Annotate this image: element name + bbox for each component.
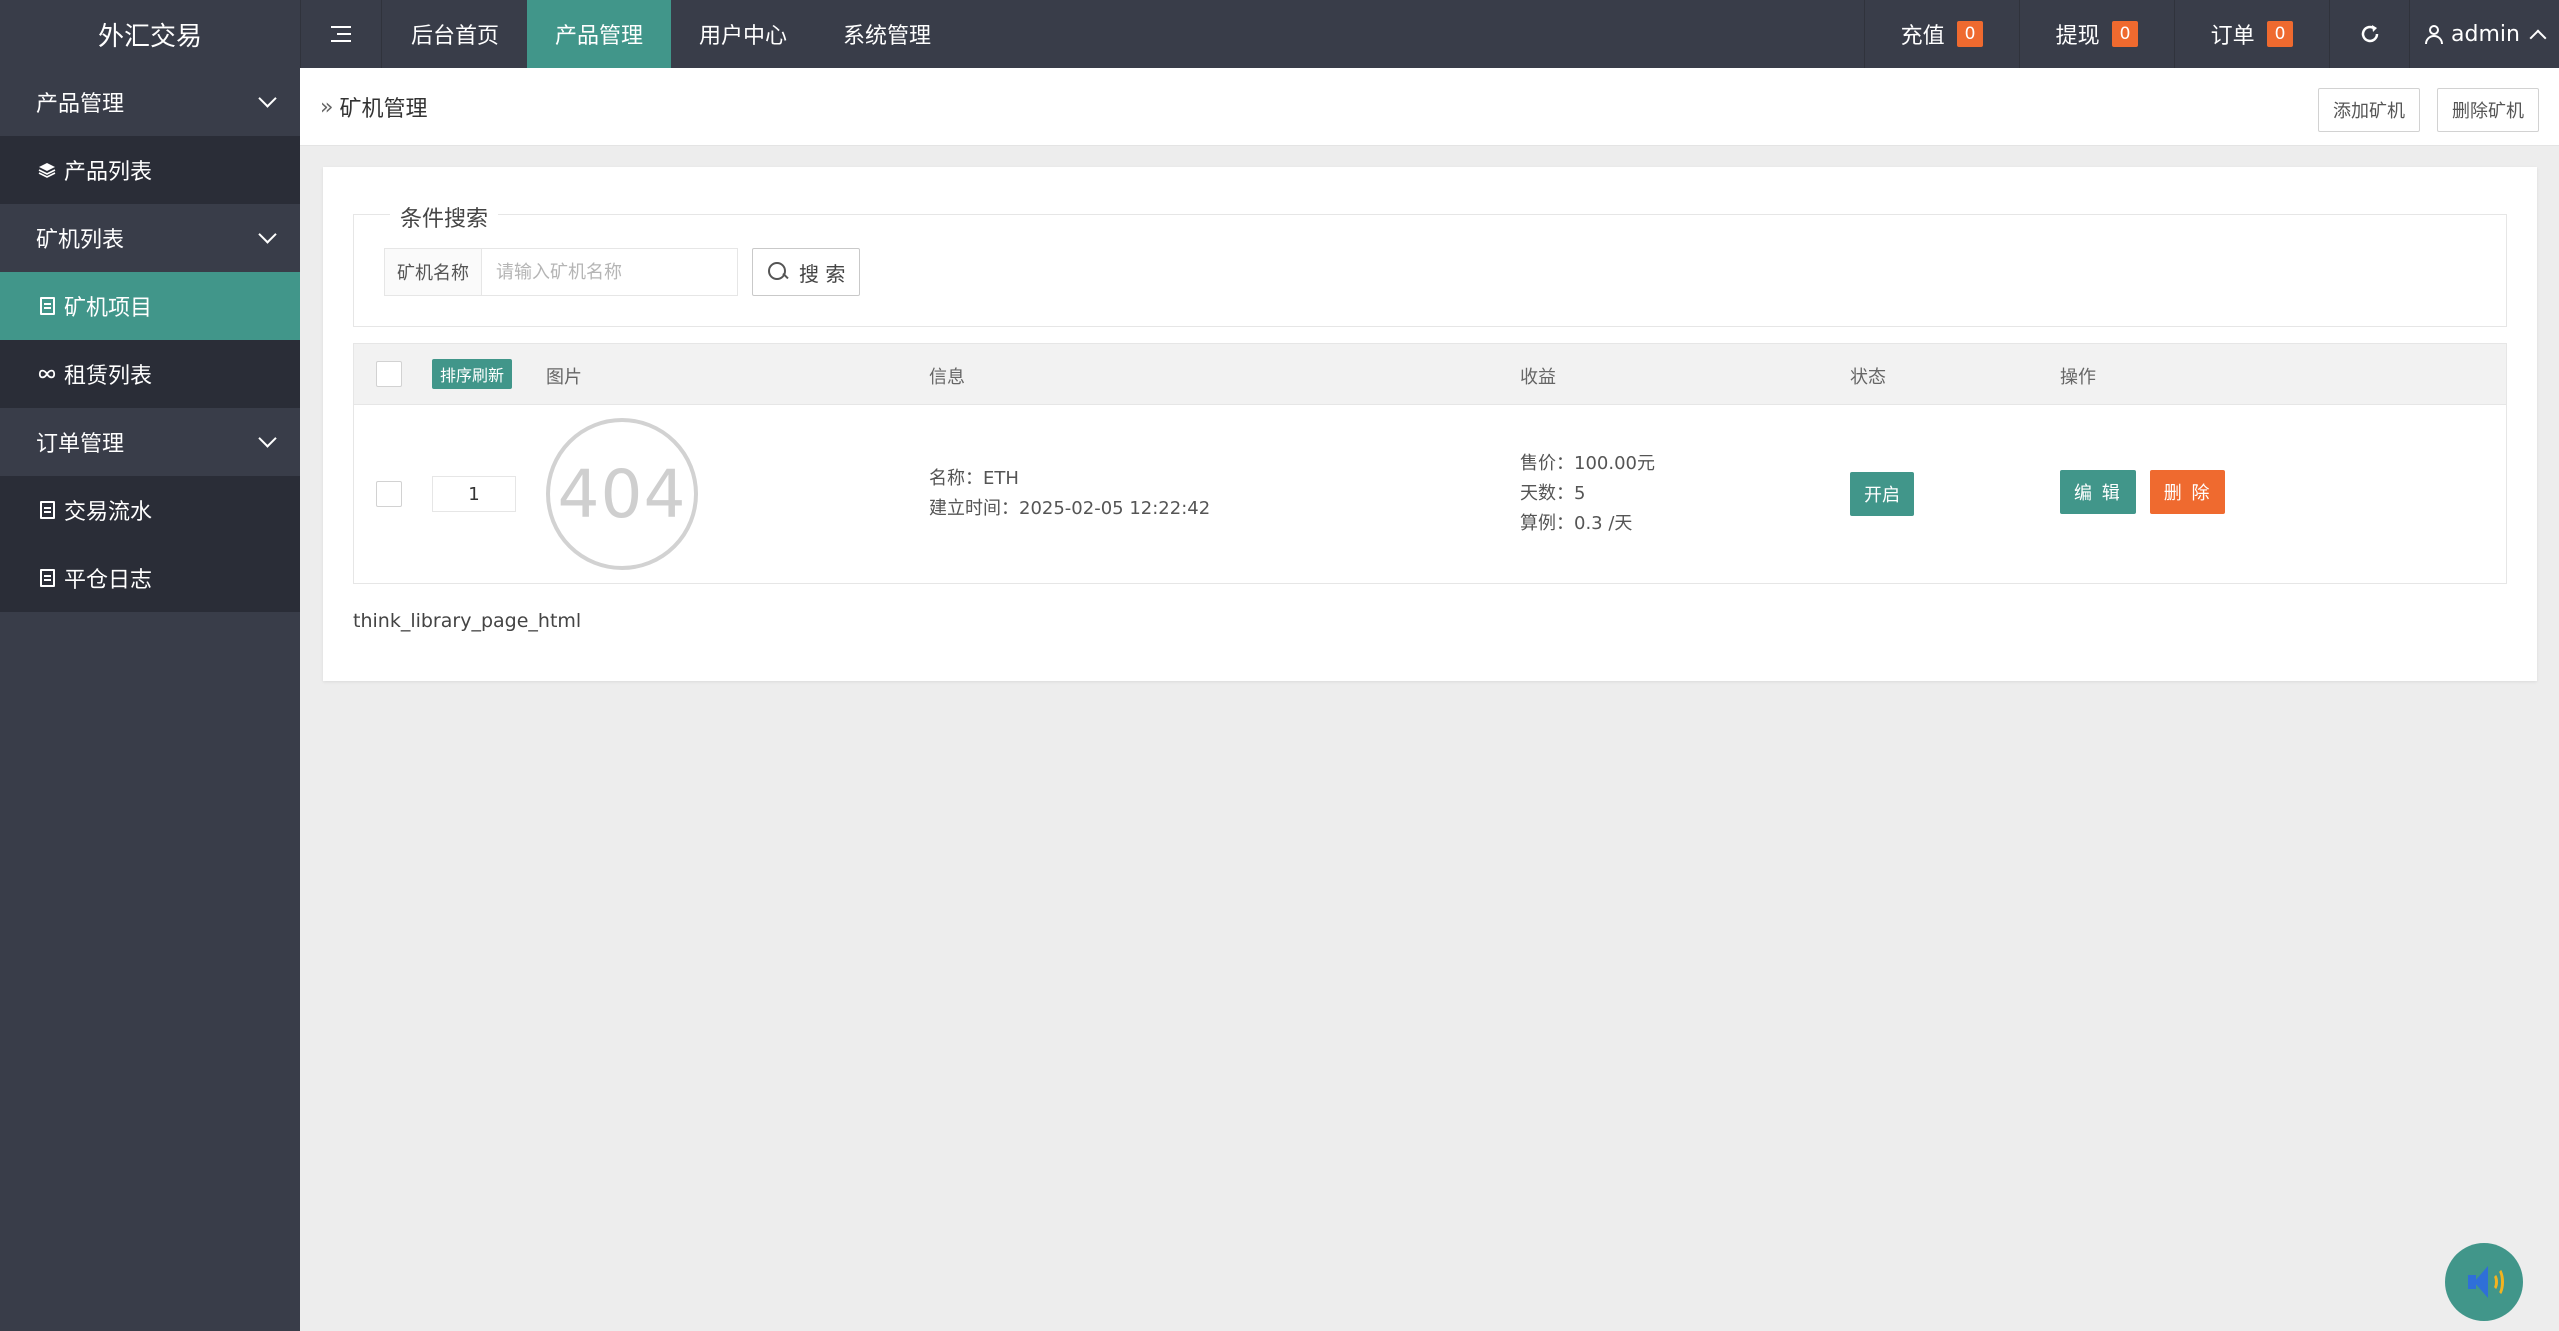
chevron-down-icon <box>258 429 277 448</box>
row-checkbox[interactable] <box>376 481 402 507</box>
breadcrumb: » 矿机管理 <box>320 68 427 146</box>
sidebar-item-label: 平仓日志 <box>64 568 153 593</box>
sidebar-group-orders[interactable]: 订单管理 <box>0 408 300 476</box>
chevron-down-icon <box>258 225 277 244</box>
search-button-label: 搜 索 <box>799 261 846 286</box>
sidebar-item-miner-projects[interactable]: 矿机项目 <box>0 272 300 340</box>
sidebar-item-lease-list[interactable]: 租赁列表 <box>0 340 300 408</box>
header-income: 收益 <box>1520 367 1556 388</box>
miner-name-label: 矿机名称 <box>384 248 482 296</box>
document-icon <box>38 569 56 587</box>
orders-button[interactable]: 订单 0 <box>2174 0 2329 68</box>
withdraw-button[interactable]: 提现 0 <box>2019 0 2174 68</box>
status-cell: 开启 <box>1850 472 1914 516</box>
main-card: 条件搜索 矿机名称 搜 索 排序刷新 图片 信息 收益 状态 操作 <box>323 167 2537 681</box>
page-title: 矿机管理 <box>339 97 428 122</box>
header-info: 信息 <box>929 367 965 388</box>
search-icon <box>767 261 789 283</box>
recharge-button[interactable]: 充值 0 <box>1864 0 2019 68</box>
sidebar: 产品管理 产品列表 矿机列表 矿机项目 租赁列表 订单管理 交易流水 平仓日志 <box>0 68 300 1331</box>
orders-count-badge: 0 <box>2266 21 2294 47</box>
brand-logo[interactable]: 外汇交易 <box>0 0 300 68</box>
orders-label: 订单 <box>2210 24 2255 49</box>
header-image: 图片 <box>546 367 582 388</box>
delete-button[interactable]: 删 除 <box>2149 470 2226 514</box>
miner-name-input[interactable] <box>482 248 738 296</box>
delete-miner-button[interactable]: 删除矿机 <box>2437 88 2539 132</box>
sidebar-item-label: 矿机项目 <box>64 296 153 321</box>
search-button[interactable]: 搜 索 <box>752 248 861 296</box>
table-header: 排序刷新 图片 信息 收益 状态 操作 <box>354 344 2506 405</box>
edit-button[interactable]: 编 辑 <box>2060 470 2136 514</box>
select-all-cell <box>376 361 402 387</box>
price: 售价：100.00元 <box>1520 453 1655 474</box>
sort-cell <box>432 476 516 512</box>
sort-header-cell: 排序刷新 <box>432 359 513 389</box>
speaker-icon <box>2464 1262 2504 1302</box>
search-legend: 条件搜索 <box>390 201 499 233</box>
menu-toggle-button[interactable] <box>300 0 382 68</box>
refresh-icon <box>2361 25 2378 43</box>
sort-refresh-button[interactable]: 排序刷新 <box>432 359 513 389</box>
sidebar-item-close-log[interactable]: 平仓日志 <box>0 544 300 612</box>
audio-float-button[interactable] <box>2445 1243 2523 1321</box>
top-nav-item-home[interactable]: 后台首页 <box>383 0 527 68</box>
recharge-label: 充值 <box>1900 24 1945 49</box>
infinity-icon <box>38 365 56 383</box>
status-toggle-button[interactable]: 开启 <box>1850 472 1914 516</box>
recharge-count-badge: 0 <box>1956 21 1984 47</box>
user-name: admin <box>2451 21 2520 47</box>
header-actions: 操作 <box>2060 367 2096 388</box>
image-placeholder: 404 <box>546 418 698 570</box>
sidebar-group-products[interactable]: 产品管理 <box>0 68 300 136</box>
miner-table: 排序刷新 图片 信息 收益 状态 操作 404 名称：ETH 建立时间：2025… <box>353 343 2507 584</box>
search-row: 矿机名称 搜 索 <box>384 248 861 296</box>
table-row: 404 名称：ETH 建立时间：2025-02-05 12:22:42 售价：1… <box>354 405 2506 583</box>
top-nav-item-products[interactable]: 产品管理 <box>527 0 672 68</box>
days: 天数：5 <box>1520 483 1586 504</box>
pagination-text: think_library_page_html <box>353 610 582 632</box>
hamburger-icon <box>331 26 351 42</box>
layers-icon <box>38 161 56 179</box>
top-right-menu: 充值 0 提现 0 订单 0 admin <box>1864 0 2559 68</box>
sidebar-item-product-list[interactable]: 产品列表 <box>0 136 300 204</box>
user-menu[interactable]: admin <box>2409 0 2559 68</box>
select-all-checkbox[interactable] <box>376 361 402 387</box>
row-checkbox-cell <box>376 481 402 507</box>
miner-name: 名称：ETH <box>929 468 1019 489</box>
add-miner-button[interactable]: 添加矿机 <box>2318 88 2420 132</box>
header-status: 状态 <box>1850 367 1886 388</box>
actions-cell: 编 辑 删 除 <box>2060 470 2226 514</box>
sidebar-item-label: 产品列表 <box>64 160 153 185</box>
image-cell: 404 <box>546 418 698 570</box>
sidebar-item-label: 租赁列表 <box>64 364 153 389</box>
refresh-button[interactable] <box>2329 0 2409 68</box>
user-icon <box>2425 24 2444 44</box>
sidebar-group-label: 矿机列表 <box>36 228 125 253</box>
rate: 算例：0.3 /天 <box>1520 513 1633 534</box>
withdraw-count-badge: 0 <box>2111 21 2139 47</box>
chevron-up-icon <box>2529 29 2547 47</box>
chevron-down-icon <box>258 89 277 108</box>
income-cell: 售价：100.00元 天数：5 算例：0.3 /天 <box>1520 449 1655 539</box>
sidebar-group-miners[interactable]: 矿机列表 <box>0 204 300 272</box>
sidebar-item-label: 交易流水 <box>64 500 153 525</box>
top-nav-item-users[interactable]: 用户中心 <box>671 0 815 68</box>
content-header: » 矿机管理 添加矿机 删除矿机 <box>300 68 2559 146</box>
withdraw-label: 提现 <box>2055 24 2100 49</box>
sidebar-group-label: 订单管理 <box>36 432 125 457</box>
sort-input[interactable] <box>432 476 516 512</box>
document-icon <box>38 501 56 519</box>
top-bar: 外汇交易 后台首页 产品管理 用户中心 系统管理 充值 0 提现 0 订单 0 <box>0 0 2559 68</box>
search-fieldset: 条件搜索 矿机名称 搜 索 <box>353 201 2507 327</box>
double-chevron-right-icon: » <box>320 94 334 120</box>
top-nav: 后台首页 产品管理 用户中心 系统管理 <box>383 0 959 68</box>
info-cell: 名称：ETH 建立时间：2025-02-05 12:22:42 <box>929 464 1210 524</box>
top-nav-item-system[interactable]: 系统管理 <box>815 0 959 68</box>
sidebar-item-transactions[interactable]: 交易流水 <box>0 476 300 544</box>
sidebar-group-label: 产品管理 <box>36 92 125 117</box>
created-time: 建立时间：2025-02-05 12:22:42 <box>929 498 1211 519</box>
document-icon <box>38 297 56 315</box>
